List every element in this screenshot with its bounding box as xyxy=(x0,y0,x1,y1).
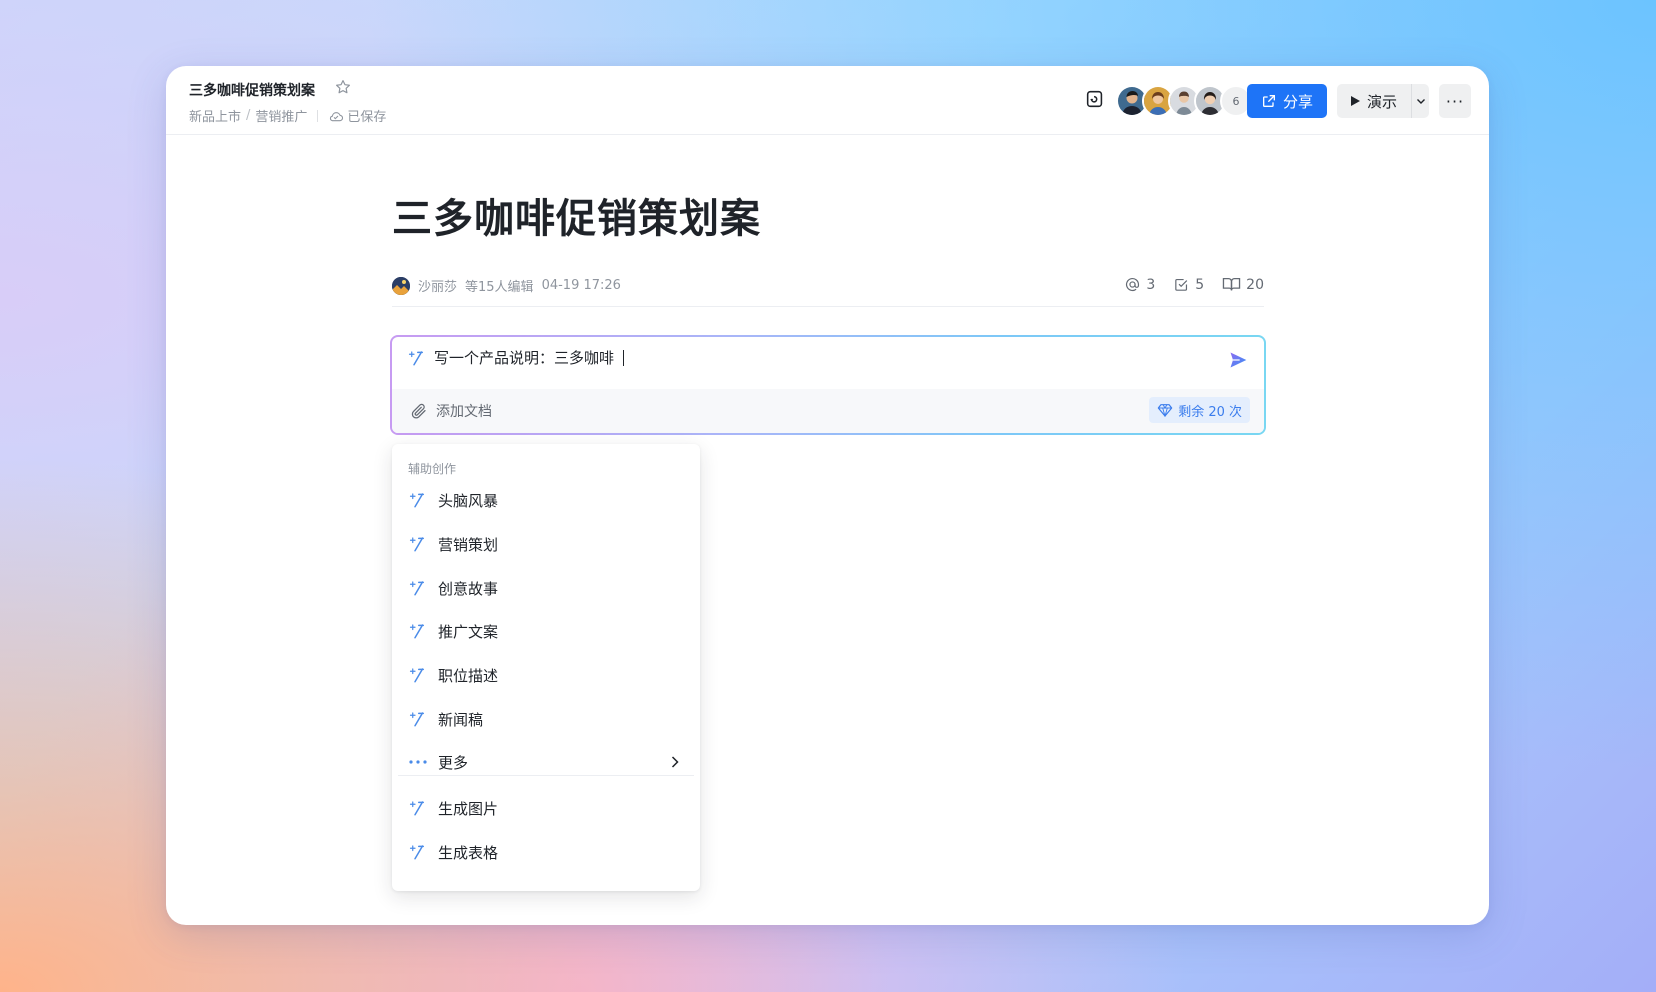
author-name[interactable]: 沙丽莎 xyxy=(418,276,457,295)
updated-time: 04-19 17:26 xyxy=(541,278,621,293)
magic-wand-icon xyxy=(408,350,423,365)
menu-item-brainstorm[interactable]: 头脑风暴 xyxy=(398,481,694,519)
menu-item-label: 新闻稿 xyxy=(438,710,484,729)
magic-wand-icon xyxy=(408,665,428,685)
text-cursor xyxy=(623,349,625,366)
magic-wand-icon xyxy=(408,842,428,862)
menu-item-marketing-plan[interactable]: 营销策划 xyxy=(398,525,694,563)
star-icon[interactable] xyxy=(334,78,352,101)
menu-item-label: 推广文案 xyxy=(438,622,499,641)
doc-stats: 3 5 20 xyxy=(1124,276,1264,293)
send-icon xyxy=(1230,352,1247,368)
breadcrumb-separator: / xyxy=(246,108,251,123)
save-status-text: 已保存 xyxy=(347,110,387,125)
divider xyxy=(317,109,319,122)
at-icon xyxy=(1126,278,1140,292)
menu-item-promo-copy[interactable]: 推广文案 xyxy=(398,612,694,650)
doc-meta: 沙丽莎 等15人编辑 04-19 17:26 3 5 20 xyxy=(392,276,1264,307)
ai-box-footer: 添加文档 剩余 20 次 xyxy=(392,389,1264,433)
share-button-label: 分享 xyxy=(1282,92,1313,111)
menu-group-title: 辅助创作 xyxy=(408,462,457,476)
magic-wand-icon xyxy=(408,798,428,818)
history-icon[interactable] xyxy=(1084,88,1106,110)
header-doc-title[interactable]: 三多咖啡促销策划案 xyxy=(189,80,315,100)
quota-label: 剩余 20 次 xyxy=(1178,404,1242,420)
editors-text[interactable]: 等15人编辑 xyxy=(465,276,534,295)
diamond-icon xyxy=(1157,404,1173,417)
ai-writing-box-inner: 写一个产品说明：三多咖啡 添加文档 剩余 20 次 xyxy=(392,337,1264,433)
checkbox-icon xyxy=(1175,278,1188,291)
play-icon xyxy=(1351,96,1360,106)
share-icon xyxy=(1262,95,1275,107)
more-options-button[interactable]: ··· xyxy=(1439,84,1471,118)
menu-item-creative-story[interactable]: 创意故事 xyxy=(398,569,694,607)
menu-item-label: 职位描述 xyxy=(438,666,499,685)
doc-authors: 沙丽莎 等15人编辑 04-19 17:26 xyxy=(392,276,621,295)
more-icon: ··· xyxy=(1445,91,1465,111)
tasks-stat[interactable]: 5 xyxy=(1173,276,1204,293)
present-dropdown-toggle[interactable] xyxy=(1412,96,1429,106)
avatar[interactable] xyxy=(392,276,410,295)
present-button[interactable]: 演示 xyxy=(1337,84,1412,118)
breadcrumb-item-2[interactable]: 营销推广 xyxy=(255,106,307,125)
share-button[interactable]: 分享 xyxy=(1247,84,1327,118)
ai-prompt-input[interactable]: 写一个产品说明：三多咖啡 xyxy=(408,347,625,368)
present-button-group: 演示 xyxy=(1337,84,1429,118)
menu-divider xyxy=(398,775,694,776)
present-button-label: 演示 xyxy=(1367,92,1398,111)
add-document-label: 添加文档 xyxy=(436,404,492,420)
menu-item-press-release[interactable]: 新闻稿 xyxy=(398,700,694,738)
menu-item-label: 营销策划 xyxy=(438,535,499,554)
menu-item-generate-table[interactable]: 生成表格 xyxy=(398,833,694,871)
doc-header: 三多咖啡促销策划案 新品上市 / 营销推广 已保存 6 分享 演示 ··· xyxy=(166,66,1489,135)
magic-wand-icon xyxy=(408,490,428,510)
save-status: 已保存 xyxy=(328,106,386,125)
mentions-count: 3 xyxy=(1146,276,1156,293)
chevron-right-icon xyxy=(668,753,682,775)
magic-wand-icon xyxy=(408,621,428,641)
magic-wand-icon xyxy=(408,709,428,729)
collaborator-avatars[interactable]: 6 xyxy=(1116,85,1252,117)
cloud-check-icon xyxy=(330,111,344,121)
ai-suggestion-menu: 辅助创作 头脑风暴 营销策划 创意故事 推广文案 职位描述 新闻稿 更多 生成图… xyxy=(392,444,700,891)
reads-stat[interactable]: 20 xyxy=(1222,276,1264,293)
send-button[interactable] xyxy=(1228,350,1248,374)
menu-item-label: 生成图片 xyxy=(438,799,499,818)
quota-badge[interactable]: 剩余 20 次 xyxy=(1149,397,1250,423)
menu-item-label: 更多 xyxy=(438,753,469,772)
menu-item-job-description[interactable]: 职位描述 xyxy=(398,656,694,694)
breadcrumb-item-1[interactable]: 新品上市 xyxy=(189,106,241,125)
paperclip-icon xyxy=(411,403,426,419)
book-icon xyxy=(1222,277,1241,291)
page-title: 三多咖啡促销策划案 xyxy=(392,196,761,242)
menu-item-label: 头脑风暴 xyxy=(438,491,499,510)
ellipsis-icon xyxy=(408,752,428,772)
add-document-button[interactable]: 添加文档 xyxy=(410,401,492,421)
breadcrumb: 新品上市 / 营销推广 已保存 xyxy=(189,106,386,125)
ai-writing-box: 写一个产品说明：三多咖啡 添加文档 剩余 20 次 xyxy=(390,335,1266,435)
menu-item-label: 生成表格 xyxy=(438,843,499,862)
tasks-count: 5 xyxy=(1195,276,1205,293)
magic-wand-icon xyxy=(408,578,428,598)
backdrop: 三多咖啡促销策划案 新品上市 / 营销推广 已保存 6 分享 演示 ··· 三多… xyxy=(0,0,1656,992)
mentions-stat[interactable]: 3 xyxy=(1124,276,1155,293)
reads-count: 20 xyxy=(1246,276,1264,293)
ai-prompt-value: 写一个产品说明：三多咖啡 xyxy=(434,349,615,367)
magic-wand-icon xyxy=(408,534,428,554)
document-window: 三多咖啡促销策划案 新品上市 / 营销推广 已保存 6 分享 演示 ··· 三多… xyxy=(166,66,1489,925)
menu-item-generate-image[interactable]: 生成图片 xyxy=(398,789,694,827)
menu-item-label: 创意故事 xyxy=(438,579,499,598)
chevron-down-icon xyxy=(1416,99,1425,104)
